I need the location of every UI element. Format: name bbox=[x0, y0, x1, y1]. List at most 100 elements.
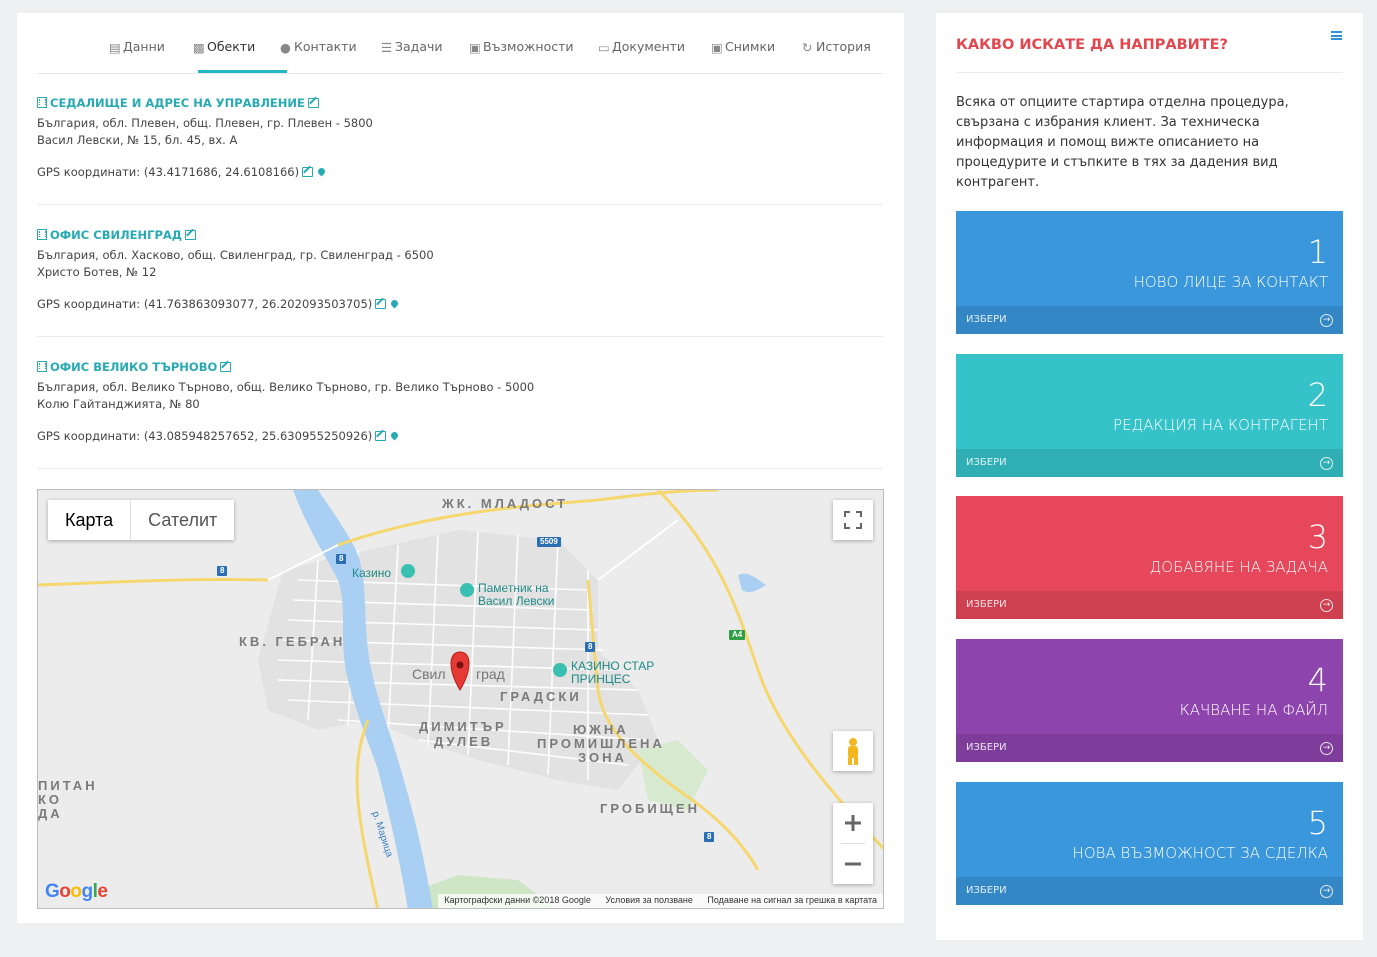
poi-label[interactable]: Казино bbox=[352, 566, 391, 580]
map-canvas bbox=[38, 490, 883, 908]
tab-label: Контакти bbox=[294, 39, 357, 54]
action-add-task[interactable]: 3 ДОБАВЯНЕ НА ЗАДАЧА ИЗБЕРИ → bbox=[956, 496, 1343, 619]
object-address-line1: България, обл. Велико Търново, общ. Вели… bbox=[37, 380, 535, 394]
arrow-circle-right-icon: → bbox=[1320, 885, 1333, 898]
select-label: ИЗБЕРИ bbox=[966, 599, 1007, 610]
users-icon: ● bbox=[280, 40, 291, 55]
action-edit-counterparty[interactable]: 2 РЕДАКЦИЯ НА КОНТРАГЕНТ ИЗБЕРИ → bbox=[956, 354, 1343, 477]
panel-title: КАКВО ИСКАТЕ ДА НАПРАВИТЕ? bbox=[956, 37, 1228, 53]
poi-label[interactable]: Паметник на bbox=[478, 581, 549, 595]
poi-label[interactable]: ПРИНЦЕС bbox=[571, 672, 630, 686]
building-icon bbox=[37, 229, 47, 240]
action-footer[interactable]: ИЗБЕРИ → bbox=[956, 734, 1343, 762]
edit-icon[interactable] bbox=[307, 98, 319, 108]
tab-bar: ▤ Данни ▩ Обекти ● Контакти ☰ Задачи ▣ Възмож… bbox=[37, 13, 883, 74]
tab-label: Снимки bbox=[725, 39, 776, 54]
active-tab-indicator bbox=[198, 70, 287, 73]
divider bbox=[37, 336, 883, 337]
tab-tasks[interactable]: ☰ Задачи bbox=[381, 39, 443, 55]
object-address-line2: Христо Ботев, № 12 bbox=[37, 265, 157, 279]
map-marker-icon[interactable] bbox=[316, 166, 327, 177]
road-shield: 8 bbox=[585, 642, 596, 652]
road-shield: 8 bbox=[336, 554, 347, 564]
road-shield: 8 bbox=[217, 566, 228, 576]
action-footer[interactable]: ИЗБЕРИ → bbox=[956, 306, 1343, 334]
object-title[interactable]: ОФИС СВИЛЕНГРАД bbox=[50, 228, 182, 242]
edit-icon[interactable] bbox=[220, 362, 232, 372]
arrow-circle-right-icon: → bbox=[1320, 314, 1333, 327]
action-label: НОВА ВЪЗМОЖНОСТ ЗА СДЕЛКА bbox=[1072, 844, 1328, 862]
object-title[interactable]: СЕДАЛИЩЕ И АДРЕС НА УПРАВЛЕНИЕ bbox=[50, 96, 305, 110]
map-label: ЖК. МЛАДОСТ bbox=[442, 496, 569, 511]
panel-description: Всяка от опциите стартира отделна процед… bbox=[956, 95, 1289, 190]
report-error-link[interactable]: Подаване на сигнал за грешка в картата bbox=[707, 895, 877, 905]
action-new-opportunity[interactable]: 5 НОВА ВЪЗМОЖНОСТ ЗА СДЕЛКА ИЗБЕРИ → bbox=[956, 782, 1343, 905]
tab-history[interactable]: ↻ История bbox=[802, 39, 871, 55]
tasks-icon: ☰ bbox=[381, 40, 393, 55]
tab-documents[interactable]: ▭ Документи bbox=[598, 39, 686, 55]
fullscreen-button[interactable] bbox=[833, 500, 873, 540]
plus-icon bbox=[845, 815, 861, 831]
map-marker-icon[interactable] bbox=[389, 298, 400, 309]
action-number: 4 bbox=[1307, 661, 1328, 699]
tab-label: Данни bbox=[123, 39, 165, 54]
action-number: 5 bbox=[1307, 804, 1328, 842]
town-label: Свил bbox=[412, 666, 446, 682]
tab-opportunities[interactable]: ▣ Възможности bbox=[469, 39, 574, 55]
tab-label: Документи bbox=[612, 39, 686, 54]
object-address-line1: България, обл. Плевен, общ. Плевен, гр. … bbox=[37, 116, 373, 130]
street-view-button[interactable] bbox=[833, 731, 873, 771]
zoom-control bbox=[833, 803, 873, 884]
tab-photos[interactable]: ▣ Снимки bbox=[711, 39, 776, 55]
tab-contacts[interactable]: ● Контакти bbox=[280, 39, 357, 55]
minus-icon bbox=[845, 862, 861, 866]
edit-icon[interactable] bbox=[375, 431, 387, 441]
object-title[interactable]: ОФИС ВЕЛИКО ТЪРНОВО bbox=[50, 360, 217, 374]
road-shield: A4 bbox=[729, 630, 746, 640]
tab-objects[interactable]: ▩ Обекти bbox=[193, 39, 256, 55]
map-label: ПИТАН bbox=[38, 778, 98, 793]
town-label: град bbox=[476, 666, 505, 682]
building-icon bbox=[37, 97, 47, 108]
action-label: РЕДАКЦИЯ НА КОНТРАГЕНТ bbox=[1113, 416, 1328, 434]
action-footer[interactable]: ИЗБЕРИ → bbox=[956, 877, 1343, 905]
select-label: ИЗБЕРИ bbox=[966, 457, 1007, 468]
arrow-circle-right-icon: → bbox=[1320, 742, 1333, 755]
object-entry: СЕДАЛИЩЕ И АДРЕС НА УПРАВЛЕНИЕ България,… bbox=[37, 96, 883, 179]
arrow-circle-right-icon: → bbox=[1320, 599, 1333, 612]
building-icon bbox=[37, 361, 47, 372]
arrow-circle-right-icon: → bbox=[1320, 457, 1333, 470]
map-label: КО bbox=[38, 792, 63, 807]
history-icon: ↻ bbox=[802, 40, 813, 55]
edit-icon[interactable] bbox=[375, 299, 387, 309]
edit-icon[interactable] bbox=[185, 230, 197, 240]
object-address-line1: България, обл. Хасково, общ. Свиленград,… bbox=[37, 248, 434, 262]
map-label: ДИМИТЪР bbox=[419, 719, 507, 734]
menu-icon[interactable] bbox=[1331, 31, 1342, 40]
action-new-contact[interactable]: 1 НОВО ЛИЦЕ ЗА КОНТАКТ ИЗБЕРИ → bbox=[956, 211, 1343, 334]
map-label: ЮЖНА bbox=[573, 722, 629, 737]
google-map[interactable]: 8 8 5509 8 A4 8 ЖК. МЛАДОСТ КВ. ГЕБРАН Г… bbox=[37, 489, 884, 909]
money-icon: ▣ bbox=[469, 40, 481, 55]
poi-label[interactable]: Васил Левски bbox=[478, 594, 554, 608]
tab-label: Обекти bbox=[207, 39, 256, 54]
action-footer[interactable]: ИЗБЕРИ → bbox=[956, 449, 1343, 477]
divider bbox=[37, 468, 883, 469]
poi-label[interactable]: КАЗИНО СТАР bbox=[571, 659, 654, 673]
map-label: ДА bbox=[38, 806, 63, 821]
map-label: ГРОБИЩЕН bbox=[600, 801, 700, 816]
action-footer[interactable]: ИЗБЕРИ → bbox=[956, 591, 1343, 619]
map-label: ПРОМИШЛЕНА bbox=[537, 736, 665, 751]
object-entry: ОФИС ВЕЛИКО ТЪРНОВО България, обл. Велик… bbox=[37, 360, 883, 443]
action-upload-file[interactable]: 4 КАЧВАНЕ НА ФАЙЛ ИЗБЕРИ → bbox=[956, 639, 1343, 762]
divider bbox=[956, 72, 1343, 73]
map-attribution: Картографски данни ©2018 Google Условия … bbox=[438, 894, 883, 908]
edit-icon[interactable] bbox=[302, 167, 314, 177]
map-type-map-button[interactable]: Карта bbox=[48, 500, 132, 540]
terms-link[interactable]: Условия за ползване bbox=[605, 895, 693, 905]
tab-data[interactable]: ▤ Данни bbox=[109, 39, 165, 55]
google-logo: Google bbox=[45, 881, 108, 902]
map-marker-icon[interactable] bbox=[389, 430, 400, 441]
object-gps: GPS координати: (43.4171686, 24.6108166) bbox=[37, 165, 300, 179]
map-type-satellite-button[interactable]: Сателит bbox=[131, 500, 234, 540]
